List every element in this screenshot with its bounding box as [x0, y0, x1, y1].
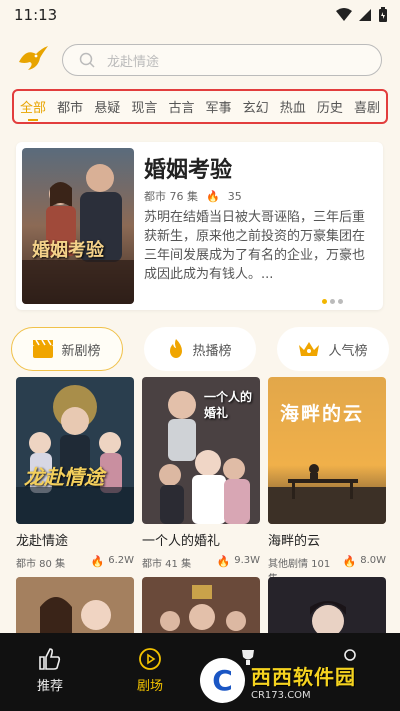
category-tab-all[interactable]: 全部 [18, 97, 48, 116]
signal-icon [359, 9, 371, 21]
rank-tab-popular-label: 人气榜 [328, 343, 368, 359]
drama-poster-title: 海畔的云 [280, 403, 365, 425]
drama-hot-count: 6.2W [108, 555, 134, 566]
rank-tab-hot-label: 热播榜 [192, 343, 232, 359]
wifi-icon [336, 8, 352, 21]
category-tab-comedy[interactable]: 喜剧 [352, 97, 382, 116]
rank-tab-new-label: 新剧榜 [61, 343, 101, 359]
nav-theater[interactable]: 剧场 [120, 647, 180, 694]
header: 龙赴情途 [0, 40, 400, 84]
rank-tab-popular[interactable]: 人气榜 [277, 327, 389, 371]
category-tab-military[interactable]: 军事 [204, 97, 234, 116]
flame-icon: 🔥 [216, 555, 231, 568]
banner-poster-title: 婚姻考验 [32, 240, 104, 261]
category-tab-fantasy[interactable]: 玄幻 [241, 97, 271, 116]
drama-meta: 都市 41 集 🔥 9.3W [142, 555, 260, 570]
nav-theater-label: 剧场 [136, 679, 163, 694]
watermark: C 西西软件园 CR173.COM [200, 658, 385, 703]
drama-meta: 都市 80 集 🔥 6.2W [16, 555, 134, 570]
flame-icon: 🔥 [206, 189, 220, 203]
clapperboard-icon [33, 340, 54, 358]
status-time: 11:13 [14, 6, 58, 24]
category-tab-action[interactable]: 热血 [278, 97, 308, 116]
category-tab-modern-romance[interactable]: 现言 [129, 97, 159, 116]
carousel-dot[interactable] [338, 299, 343, 304]
nav-recommend[interactable]: 推荐 [20, 647, 80, 694]
search-icon [79, 52, 95, 68]
category-tab-suspense[interactable]: 悬疑 [92, 97, 122, 116]
drama-genre-episodes: 都市 41 集 [142, 559, 192, 570]
battery-icon [379, 7, 387, 22]
watermark-logo-icon: C [200, 658, 245, 703]
swallow-logo-icon [19, 46, 48, 70]
nav-recommend-label: 推荐 [36, 679, 63, 694]
status-icons [336, 7, 388, 23]
banner-poster[interactable]: 婚姻考验 [22, 148, 134, 304]
rank-tab-hot[interactable]: 热播榜 [144, 327, 256, 371]
drama-title: 一个人的婚礼 [142, 534, 221, 549]
crown-icon [299, 342, 320, 356]
drama-card[interactable]: 龙赴情途 龙赴情途 都市 80 集 🔥 6.2W [16, 377, 134, 570]
search-placeholder: 龙赴情途 [107, 54, 160, 70]
carousel-indicator [322, 299, 343, 304]
drama-poster[interactable]: 龙赴情途 [16, 377, 134, 524]
search-input[interactable]: 龙赴情途 [62, 44, 382, 76]
banner-description: 苏明在结婚当日被大哥诬陷，三年后重获新生，原来他之前投资的万豪集团在三年间发展成… [144, 210, 366, 282]
banner-title: 婚姻考验 [144, 158, 233, 183]
carousel-dot[interactable] [330, 299, 335, 304]
drama-genre-episodes: 都市 80 集 [16, 559, 66, 570]
category-tab-ancient-romance[interactable]: 古言 [166, 97, 196, 116]
drama-poster-title: 一个人的婚礼 [204, 390, 253, 420]
rank-tab-new[interactable]: 新剧榜 [11, 327, 123, 371]
banner-genre-episodes: 都市 76 集 [144, 190, 198, 203]
drama-title: 海畔的云 [268, 534, 321, 549]
status-bar: 11:13 [0, 0, 400, 30]
flame-icon: 🔥 [90, 555, 105, 568]
category-tab-history[interactable]: 历史 [315, 97, 345, 116]
banner-hot-count: 35 [227, 189, 242, 203]
banner-meta: 都市 76 集 🔥 35 [144, 188, 242, 204]
fire-icon [170, 339, 183, 358]
watermark-main-text: 西西软件园 [251, 664, 356, 689]
carousel-dot[interactable] [322, 299, 327, 304]
watermark-sub-text: CR173.COM [251, 689, 311, 701]
featured-banner[interactable]: 婚姻考验 婚姻考验 都市 76 集 🔥 35 苏明在结婚当日被大哥诬陷，三年后重… [16, 142, 383, 310]
play-circle-icon [139, 648, 161, 670]
drama-poster[interactable]: 海畔的云 [268, 377, 386, 524]
drama-title: 龙赴情途 [16, 534, 69, 549]
category-tabs: 全部 都市 悬疑 现言 古言 军事 玄幻 热血 历史 喜剧 [12, 89, 388, 124]
category-tab-urban[interactable]: 都市 [55, 97, 85, 116]
drama-poster-title: 龙赴情途 [24, 465, 104, 489]
drama-poster[interactable]: 一个人的婚礼 [142, 377, 260, 524]
rank-tabs: 新剧榜 热播榜 人气榜 [11, 327, 389, 371]
thumbs-up-icon [39, 648, 61, 670]
drama-card[interactable]: 海畔的云 海畔的云 其他剧情 101 集 🔥8.0W [268, 377, 386, 585]
drama-hot-count: 9.3W [234, 555, 260, 566]
drama-card[interactable]: 一个人的婚礼 一个人的婚礼 都市 41 集 🔥 9.3W [142, 377, 260, 570]
